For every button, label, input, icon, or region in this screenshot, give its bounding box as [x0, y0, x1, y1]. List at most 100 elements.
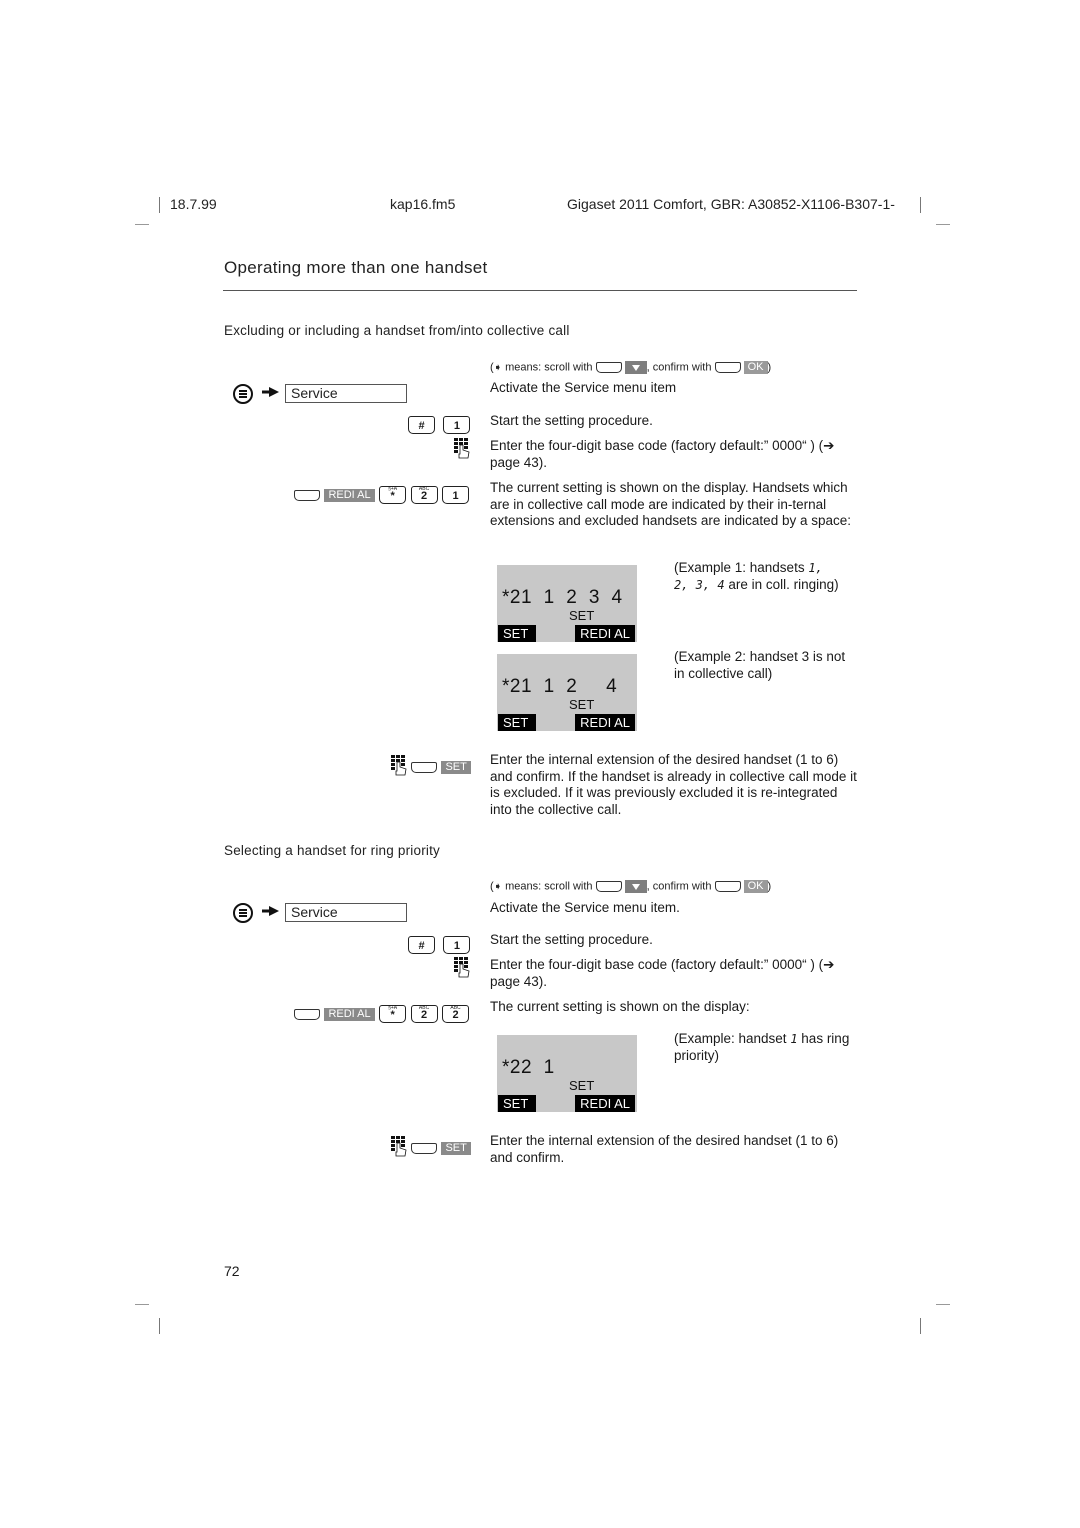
step-text: Enter the internal extension of the desi… — [490, 1133, 839, 1165]
crop-mark — [920, 1318, 921, 1334]
display-softkey-left[interactable]: SET — [498, 625, 536, 642]
display-status: SET — [569, 1078, 595, 1093]
crop-mark — [159, 197, 160, 213]
example-caption: (Example 2: handset 3 is not in collecti… — [674, 649, 846, 681]
step-text: The current setting is shown on the disp… — [490, 480, 851, 528]
scroll-arrow-icon — [262, 906, 279, 916]
caption-segment: 1 — [790, 1032, 798, 1046]
key-sequence: # 1 — [408, 416, 471, 434]
lcd-display: *21 1 2 4 SET SET REDI AL — [497, 654, 637, 731]
crop-mark — [135, 224, 149, 225]
legend-confirm: , confirm with — [646, 880, 712, 893]
display-softkey-right[interactable]: REDI AL — [575, 714, 635, 731]
star-key[interactable]: §+A * — [379, 486, 407, 504]
page-number: 72 — [224, 1263, 240, 1279]
key-sublabel: §+A — [388, 486, 398, 492]
digit-key-1[interactable]: 1 — [442, 486, 469, 504]
legend: (➧ means: scroll with , confirm with OK) — [490, 361, 771, 374]
scroll-arrow-icon: ➧ — [493, 881, 503, 893]
crop-mark — [159, 1318, 160, 1334]
softkey-icon[interactable] — [411, 1143, 437, 1155]
digit-key-2[interactable]: ABC 2 — [410, 486, 438, 504]
key-sublabel: ABC — [450, 1005, 461, 1011]
digit-key-1[interactable]: 1 — [443, 936, 471, 954]
digit-key-1[interactable]: 1 — [443, 416, 471, 434]
caption-segment: 2, 3, 4 — [674, 577, 725, 592]
crop-mark — [135, 1304, 149, 1305]
display-softkey-left[interactable]: SET — [498, 714, 536, 731]
legend: (➧ means: scroll with , confirm with OK) — [490, 880, 771, 893]
key-sublabel: §+A — [388, 1005, 398, 1011]
softkey-icon — [714, 362, 741, 373]
scroll-arrow-icon: ➧ — [493, 362, 503, 374]
display-softkey-left[interactable]: SET — [498, 1095, 536, 1112]
example-caption: (Example 1: handsets 1, 2, 3, 4 are in c… — [674, 560, 864, 593]
key-sublabel: ABC — [418, 486, 430, 492]
caption-text: are in coll. ringing) — [724, 576, 839, 592]
title-divider — [223, 290, 857, 291]
crop-mark — [936, 224, 950, 225]
display-digits: *21 1 2 4 — [502, 676, 618, 697]
keypad-icon — [454, 957, 470, 978]
display-status: SET — [569, 608, 595, 623]
lcd-display: *21 1 2 3 4 SET SET REDI AL — [497, 565, 637, 642]
ok-key: OK — [743, 880, 768, 893]
softkey-icon[interactable] — [294, 489, 320, 501]
key-sequence: SET — [411, 1140, 471, 1158]
step-text: Start the setting procedure. — [490, 932, 653, 947]
display-softkey-right[interactable]: REDI AL — [575, 625, 635, 642]
hash-key[interactable]: # — [408, 416, 435, 434]
scroll-arrow-icon — [262, 387, 279, 397]
header-product: Gigaset 2011 Comfort, GBR: A30852-X1106-… — [567, 196, 895, 212]
lcd-display: *22 1 SET SET REDI AL — [497, 1035, 637, 1112]
hash-key[interactable]: # — [408, 936, 435, 954]
set-key[interactable]: SET — [441, 1142, 471, 1156]
page-title: Operating more than one handset — [224, 258, 488, 277]
caption-text: (Example: handset — [674, 1031, 791, 1046]
legend-close: ) — [767, 880, 772, 893]
legend-means: means: scroll with — [505, 880, 593, 893]
display-digits: *21 1 2 3 4 — [502, 587, 623, 608]
digit-key-2[interactable]: ABC 2 — [410, 1005, 438, 1023]
crop-mark — [920, 197, 921, 213]
redial-key[interactable]: REDI AL — [324, 488, 375, 502]
header-date: 18.7.99 — [170, 196, 217, 212]
menu-key-icon[interactable] — [233, 384, 253, 404]
key-sublabel: ABC — [418, 1005, 430, 1011]
softkey-icon — [714, 881, 741, 892]
key-sequence: REDI AL §+A * ABC 2 ABC 2 — [294, 1005, 469, 1023]
set-key[interactable]: SET — [441, 761, 471, 775]
keypad-icon — [454, 438, 470, 459]
step-text: Activate the Service menu item. — [490, 900, 680, 915]
service-menu-field[interactable]: Service — [285, 903, 407, 922]
legend-means: means: scroll with — [505, 361, 593, 374]
step-text: Enter the internal extension of the desi… — [490, 752, 857, 817]
ok-key: OK — [743, 361, 768, 374]
softkey-icon[interactable] — [294, 1008, 320, 1020]
display-status: SET — [569, 697, 595, 712]
star-key[interactable]: §+A * — [379, 1005, 407, 1023]
crop-mark — [936, 1304, 950, 1305]
step-text: Activate the Service menu item — [490, 380, 677, 395]
section-heading: Selecting a handset for ring priority — [224, 843, 441, 858]
step-text: Enter the four-digit base code (factory … — [490, 957, 835, 989]
header-file: kap16.fm5 — [390, 196, 456, 212]
key-sequence: SET — [411, 759, 471, 777]
softkey-icon — [595, 881, 622, 892]
redial-key[interactable]: REDI AL — [324, 1007, 375, 1021]
step-text: Start the setting procedure. — [490, 413, 653, 428]
menu-key-icon[interactable] — [233, 903, 253, 923]
softkey-icon[interactable] — [411, 762, 437, 774]
step-text: The current setting is shown on the disp… — [490, 999, 750, 1014]
caption-segment: 1, — [808, 561, 823, 575]
example-caption: (Example: handset 1 has ring priority) — [674, 1031, 864, 1064]
service-menu-field[interactable]: Service — [285, 384, 407, 403]
caption-text: (Example 1: handsets — [674, 560, 809, 575]
down-arrow-key-icon — [624, 880, 647, 893]
down-arrow-key-icon — [624, 361, 647, 374]
legend-confirm: , confirm with — [646, 361, 712, 374]
digit-key-2[interactable]: ABC 2 — [442, 1005, 469, 1023]
display-softkey-right[interactable]: REDI AL — [575, 1095, 635, 1112]
section-heading: Excluding or including a handset from/in… — [224, 323, 570, 338]
display-digits: *22 1 — [502, 1057, 555, 1078]
